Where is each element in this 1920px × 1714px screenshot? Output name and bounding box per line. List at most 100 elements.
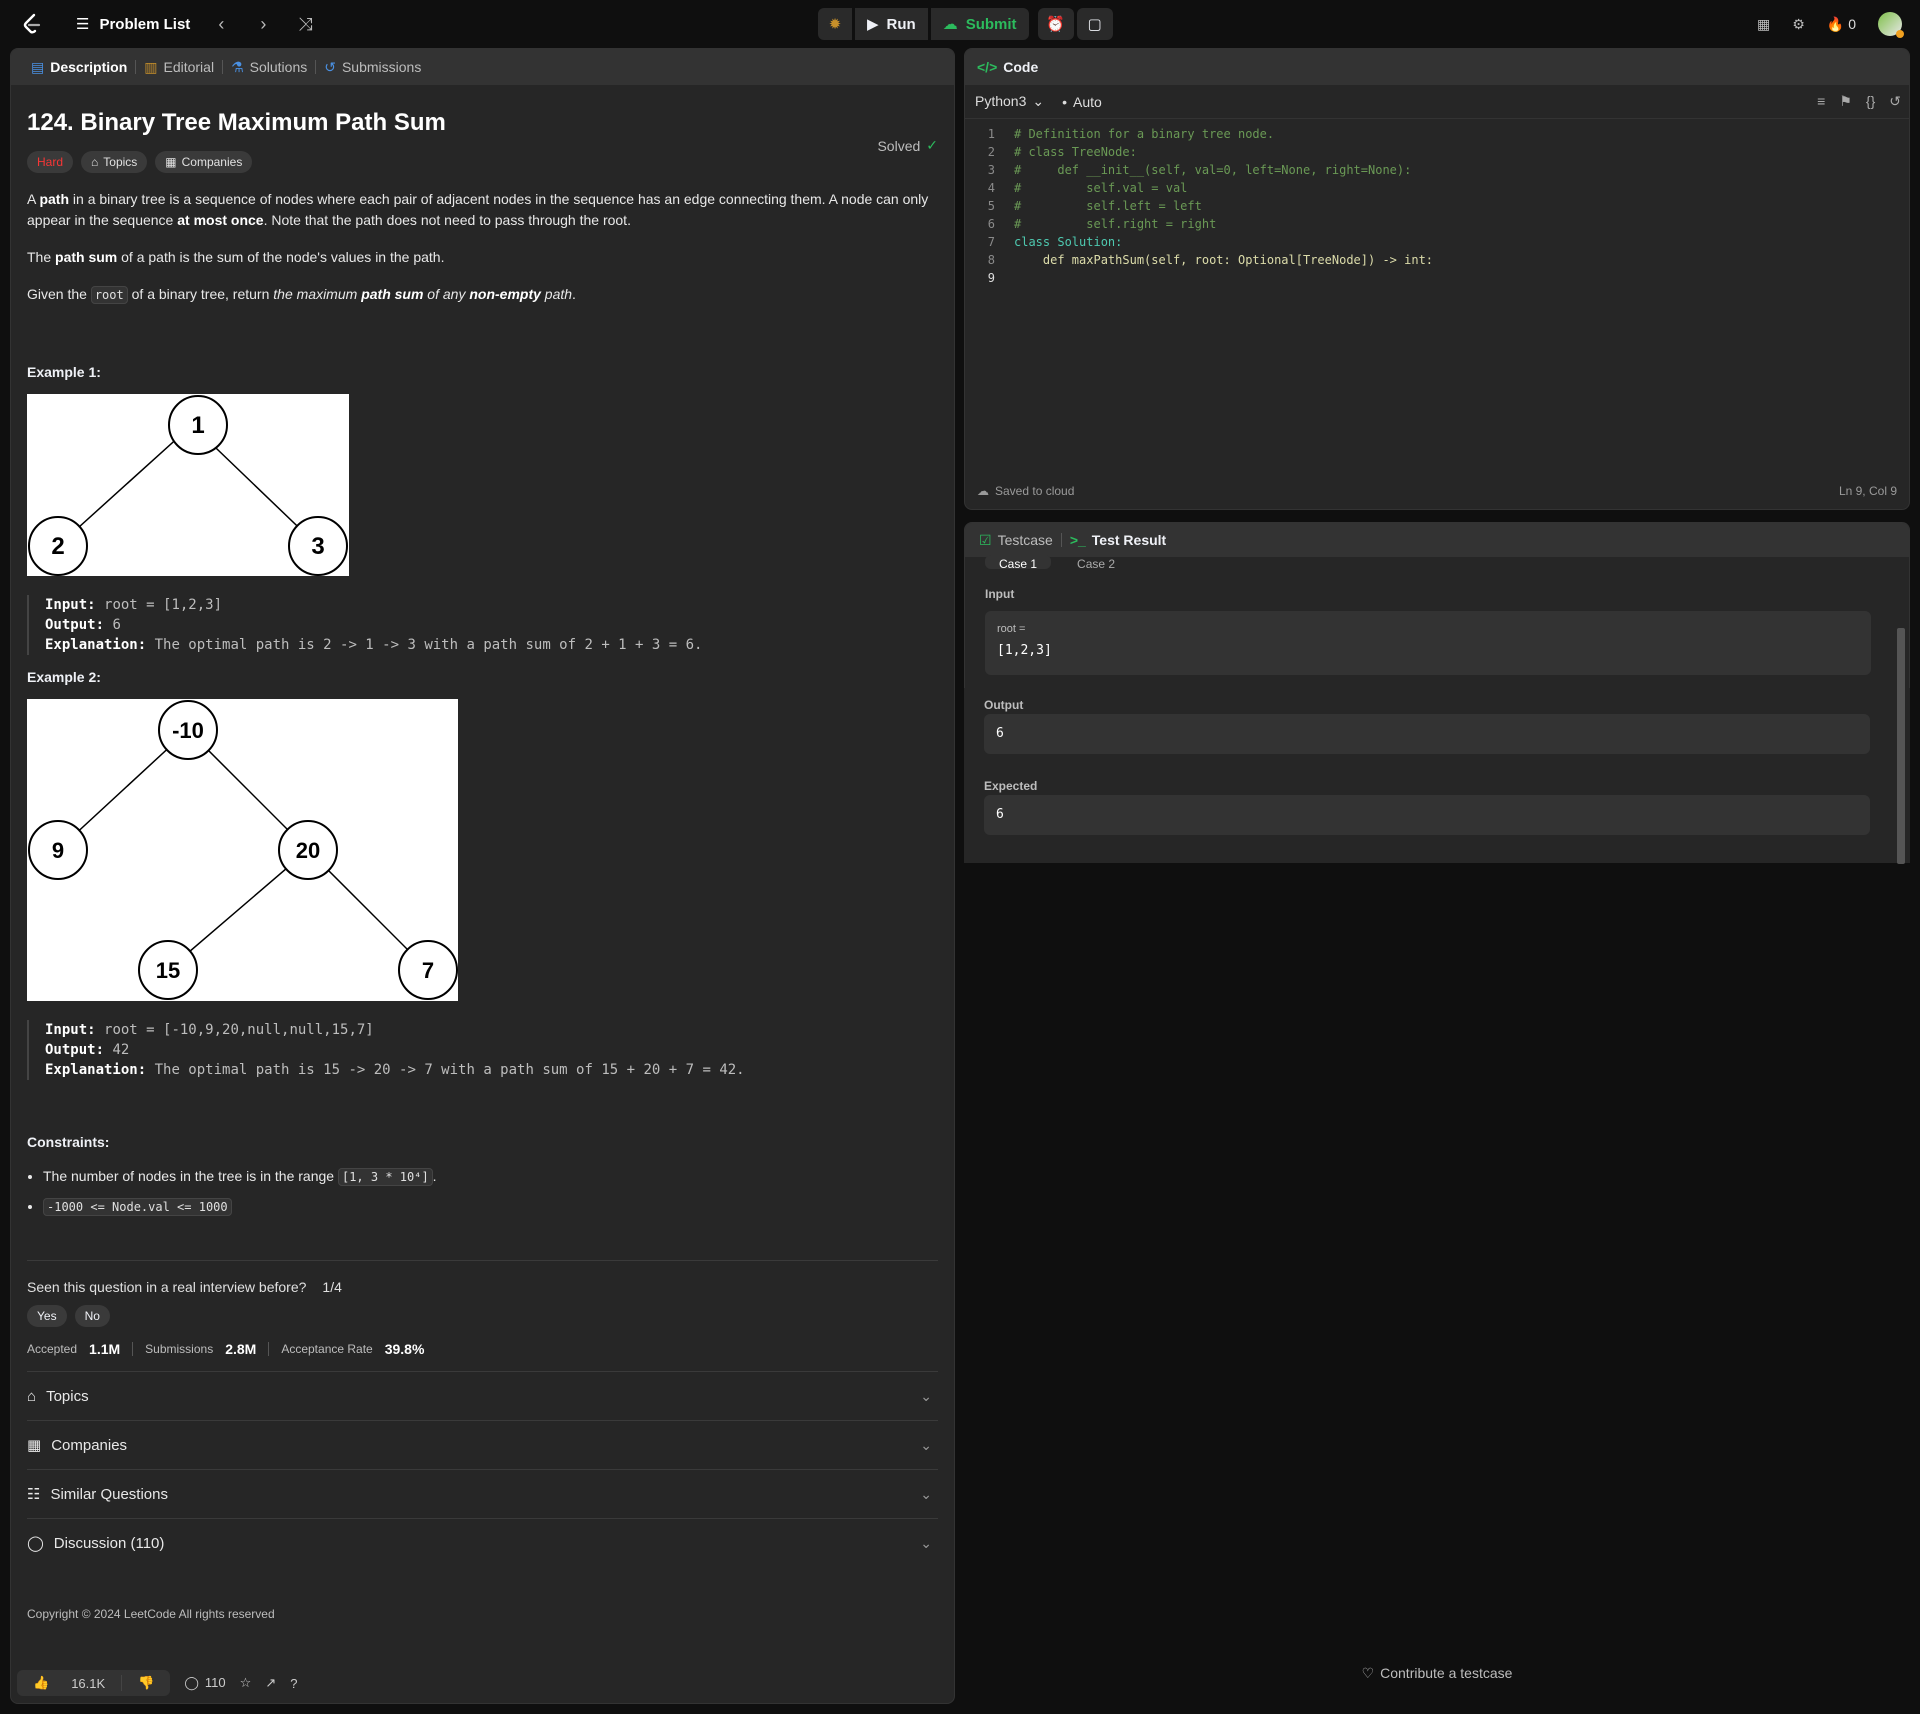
accordion-topics[interactable]: ⌂ Topics ⌄ (27, 1371, 938, 1420)
reset-icon[interactable]: ↺ (1889, 93, 1901, 110)
tab-description[interactable]: ▤ Description (23, 59, 135, 76)
case-1-tab[interactable]: Case 1 (985, 555, 1052, 569)
accordion-label: Companies (51, 1436, 128, 1454)
example2-io: Input: root = [-10,9,20,null,null,15,7] … (27, 1020, 938, 1080)
language-select[interactable]: Python3 ⌄ (975, 93, 1044, 110)
code-panel-header: </> Code (965, 49, 1909, 85)
prev-problem-icon[interactable]: ‹ (210, 13, 232, 35)
tab-submissions-label: Submissions (341, 59, 422, 75)
like-button[interactable]: 👍 16.1K (17, 1675, 121, 1691)
streak-counter[interactable]: 🔥 0 (1827, 16, 1856, 33)
case-tabs: Case 1 Case 2 (985, 555, 1129, 569)
no-button[interactable]: No (74, 1305, 110, 1327)
tree-node-label: 1 (191, 412, 204, 439)
next-problem-icon[interactable]: › (252, 13, 274, 35)
accordion-companies[interactable]: ▦ Companies ⌄ (27, 1420, 938, 1469)
tab-solutions[interactable]: ⚗ Solutions (223, 59, 315, 76)
text: A (27, 191, 40, 207)
text: root = [1,2,3] (104, 597, 223, 613)
action-bar: 👍 16.1K 👎 ◯ 110 ☆ ↗ ? (11, 1663, 954, 1703)
braces-icon[interactable]: {} (1866, 93, 1875, 110)
text: Explanation: (45, 637, 147, 653)
avatar[interactable] (1878, 12, 1904, 38)
top-bar: ☰ Problem List ‹ › ⤨ ✹ ▶ Run ☁ Submit ⏰ ▢ … (0, 0, 1920, 48)
code-line: def maxPathSum(self, root: Optional[Tree… (1014, 253, 1434, 267)
case-2-tab[interactable]: Case 2 (1063, 555, 1129, 569)
bookmark-icon[interactable]: ⚑ (1839, 93, 1852, 110)
debug-button[interactable]: ✹ (818, 8, 852, 40)
result-scrollbar[interactable] (1895, 554, 1907, 866)
description-content: 124. Binary Tree Maximum Path Sum Solved… (11, 109, 954, 1621)
list-icon: ☷ (27, 1486, 41, 1503)
description-panel: ▤ Description ▥ Editorial ⚗ Solutions ↺ Subm… (10, 48, 955, 1704)
example-explanation-line: Explanation: The optimal path is 2 -> 1 … (45, 635, 938, 655)
accordion-discussion[interactable]: ◯ Discussion (110) ⌄ (27, 1518, 938, 1567)
divider (268, 1342, 270, 1356)
accordion-similar-questions[interactable]: ☷ Similar Questions ⌄ (27, 1469, 938, 1518)
tab-submissions[interactable]: ↺ Submissions (316, 59, 429, 76)
tab-test-result[interactable]: >_ Test Result (1070, 532, 1166, 548)
building-icon: ▦ (165, 155, 177, 169)
terminal-icon: >_ (1069, 532, 1086, 548)
share-icon[interactable]: ↗ (265, 1675, 276, 1691)
layout-icon[interactable]: ▦ (1757, 16, 1770, 33)
difficulty-badge[interactable]: Hard (27, 151, 74, 173)
companies-chip-label: Companies (181, 155, 243, 169)
tab-editorial[interactable]: ▥ Editorial (136, 59, 222, 76)
contribute-testcase-link[interactable]: ♡ Contribute a testcase (964, 1660, 1910, 1686)
text: of any (423, 286, 470, 302)
output-label: Output (984, 698, 1024, 712)
notes-button[interactable]: ▢ (1076, 8, 1113, 40)
contribute-label: Contribute a testcase (1380, 1665, 1513, 1681)
settings-icon[interactable]: ⚙ (1792, 16, 1805, 33)
list-icon: ☰ (76, 16, 90, 33)
problem-title[interactable]: 124. Binary Tree Maximum Path Sum (27, 109, 938, 137)
input-label: Input (985, 587, 1015, 601)
run-button[interactable]: ▶ Run (855, 8, 928, 40)
thumbs-up-icon: 👍 (33, 1675, 50, 1690)
submit-button[interactable]: ☁ Submit (930, 8, 1029, 40)
problem-list-button[interactable]: ☰ Problem List (76, 15, 190, 34)
favorite-icon[interactable]: ☆ (240, 1675, 252, 1691)
line-number: 6 (987, 217, 995, 231)
dislike-button[interactable]: 👎 (121, 1675, 170, 1691)
text: Given the (27, 286, 91, 302)
scrollbar-thumb[interactable] (1897, 628, 1905, 864)
timer-button[interactable]: ⏰ (1037, 8, 1074, 40)
flask-icon: ⚗ (231, 58, 244, 75)
text: path (540, 286, 573, 302)
companies-chip[interactable]: ▦ Companies (155, 151, 253, 173)
text: 42 (112, 1042, 130, 1058)
tree-node-label: 20 (296, 838, 320, 863)
leetcode-logo[interactable] (20, 12, 44, 36)
cloud-upload-icon: ☁ (942, 16, 958, 33)
text: of a path is the sum of the node's value… (117, 249, 445, 265)
yes-button[interactable]: Yes (27, 1305, 67, 1327)
inline-code: -1000 <= Node.val <= 1000 (43, 1198, 232, 1216)
interview-survey: Seen this question in a real interview b… (27, 1279, 938, 1295)
text: The optimal path is 15 -> 20 -> 7 with a… (154, 1062, 745, 1078)
divider (132, 1342, 134, 1356)
tree-node-label: 15 (156, 958, 180, 983)
help-icon[interactable]: ? (290, 1676, 297, 1691)
example1-io: Input: root = [1,2,3] Output: 6 Explanat… (27, 595, 938, 655)
tree-node-label: 3 (311, 533, 324, 560)
submissions-value: 2.8M (225, 1341, 257, 1357)
survey-question: Seen this question in a real interview b… (27, 1279, 307, 1295)
topics-chip[interactable]: ⌂ Topics (81, 151, 148, 173)
language-value: Python3 (975, 93, 1027, 109)
mode-indicator[interactable]: • Auto (1062, 94, 1102, 110)
accepted-label: Accepted (27, 1342, 78, 1356)
code-editor[interactable]: 1 2 3 4 5 6 7 8 9 # Definition for a bin… (965, 119, 1909, 467)
description-paragraph: The path sum of a path is the sum of the… (27, 247, 938, 268)
constraint-item: The number of nodes in the tree is in th… (43, 1168, 938, 1186)
inline-code: root (90, 286, 128, 304)
tab-testcase[interactable]: ☑ Testcase (979, 532, 1053, 549)
text: of a binary tree, return (127, 286, 274, 302)
example-explanation-line: Explanation: The optimal path is 15 -> 2… (45, 1060, 938, 1080)
format-icon[interactable]: ≡ (1817, 93, 1825, 110)
shuffle-icon[interactable]: ⤨ (294, 13, 316, 35)
comments-button[interactable]: ◯ 110 (184, 1675, 225, 1691)
chat-icon: ◯ (184, 1675, 199, 1690)
expected-label: Expected (984, 779, 1038, 793)
